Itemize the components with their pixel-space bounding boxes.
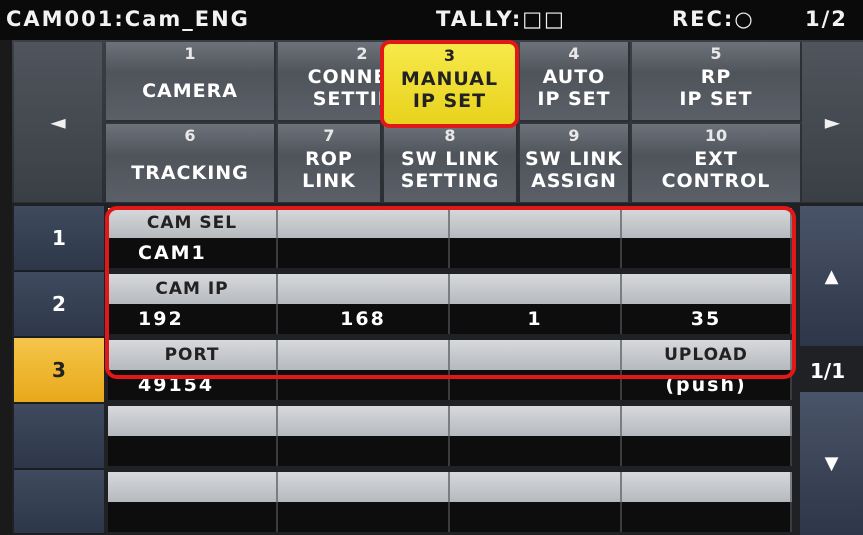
scroll-down-button[interactable]: ▼ <box>800 392 863 535</box>
table-cell <box>622 436 792 466</box>
menu-label: TRACKING <box>131 162 249 184</box>
menu-number: 6 <box>184 126 196 145</box>
menu-sw-link-assign-button[interactable]: 9 SW LINK ASSIGN <box>520 124 630 204</box>
menu-camera-button[interactable]: 1 CAMERA <box>106 42 276 122</box>
row-number-label: 1 <box>52 226 66 250</box>
table-cell <box>450 472 622 502</box>
right-arrow-icon: ► <box>824 110 841 134</box>
row-number-3[interactable]: 3 <box>14 338 104 404</box>
table-cell <box>278 436 450 466</box>
menu-number: 8 <box>444 126 456 145</box>
row-number-1[interactable]: 1 <box>14 206 104 272</box>
menu-label: SW LINK SETTING <box>400 148 500 192</box>
table-cell <box>108 406 278 436</box>
scroll-up-button[interactable]: ▲ <box>800 206 863 346</box>
menu-label: SW LINK ASSIGN <box>524 148 624 192</box>
menu-label: ROP LINK <box>302 148 356 192</box>
menu-label: CAMERA <box>142 80 238 102</box>
up-arrow-icon: ▲ <box>824 265 839 287</box>
ip-settings-highlight <box>105 206 796 379</box>
tally-indicator: TALLY:□□ <box>436 7 566 31</box>
table-cell <box>450 502 622 532</box>
row-number-label: 2 <box>52 292 66 316</box>
table-cell <box>450 406 622 436</box>
table-cell <box>108 436 278 466</box>
table-cell <box>108 472 278 502</box>
table-cell <box>278 472 450 502</box>
menu-number: 9 <box>568 126 580 145</box>
menu-label: RP IP SET <box>679 66 753 110</box>
menu-label: EXT CONTROL <box>661 148 771 192</box>
table-page-indicator: 1/1 <box>810 359 846 383</box>
table-cell <box>622 502 792 532</box>
table-cell <box>108 502 278 532</box>
table-cell <box>278 406 450 436</box>
row-number-2[interactable]: 2 <box>14 272 104 338</box>
left-arrow-icon: ◄ <box>50 110 66 134</box>
menu-number: 10 <box>704 126 728 145</box>
down-arrow-icon: ▼ <box>824 453 839 474</box>
camera-name: CAM001:Cam_ENG <box>6 7 250 31</box>
menu-rp-ip-set-button[interactable]: 5 RP IP SET <box>632 42 802 122</box>
menu-ext-control-button[interactable]: 10 EXT CONTROL <box>632 124 802 204</box>
table-cell <box>450 436 622 466</box>
menu-sw-link-setting-button[interactable]: 8 SW LINK SETTING <box>384 124 518 204</box>
status-bar: CAM001:Cam_ENG TALLY:□□ REC:○ 1/2 <box>0 0 863 40</box>
row-number-5[interactable] <box>14 470 104 535</box>
menu-rop-link-button[interactable]: 7 ROP LINK <box>278 124 382 204</box>
row-number-4[interactable] <box>14 404 104 470</box>
table-cell <box>278 502 450 532</box>
menu-auto-ip-set-button[interactable]: 4 AUTO IP SET <box>520 42 630 122</box>
menu-number: 1 <box>184 44 196 63</box>
menu-number: 7 <box>323 126 335 145</box>
menu-prev-button[interactable]: ◄ <box>14 42 102 202</box>
menu-number: 5 <box>710 44 722 63</box>
menu-number: 4 <box>568 44 580 63</box>
menu-label: AUTO IP SET <box>537 66 611 110</box>
rec-indicator: REC:○ <box>672 7 755 31</box>
active-menu-highlight <box>380 40 519 128</box>
table-cell <box>622 406 792 436</box>
menu-tracking-button[interactable]: 6 TRACKING <box>106 124 276 204</box>
menu-next-button[interactable]: ► <box>802 42 863 202</box>
table-cell <box>622 472 792 502</box>
row-number-label: 3 <box>52 358 66 382</box>
menu-page-indicator: 1/2 <box>805 7 848 31</box>
